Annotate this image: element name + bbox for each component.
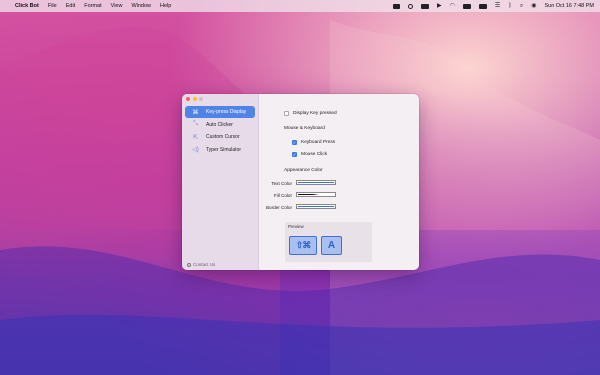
zoom-window-button[interactable] xyxy=(199,97,203,101)
play-icon[interactable]: ▶ xyxy=(437,3,442,9)
display-key-pressed-label: Display Key pressed xyxy=(293,111,337,116)
mouse-keyboard-heading: Mouse & Keyboard xyxy=(284,126,325,131)
speaker-icon: ◁) xyxy=(192,147,199,153)
help-icon xyxy=(187,262,191,267)
border-color-well[interactable] xyxy=(296,204,336,209)
sidebar-item-label: Typer Simulator xyxy=(206,146,242,153)
display-icon[interactable] xyxy=(420,3,429,9)
close-window-button[interactable] xyxy=(186,97,190,101)
cursor-click-icon: ⤡ xyxy=(193,121,198,127)
preview-letter-key: A xyxy=(321,236,342,255)
mouse-click-checkbox[interactable]: ✓ xyxy=(292,152,297,157)
menu-bar: Click Bot File Edit Format View Window H… xyxy=(0,0,600,12)
sidebar-item-label: Auto Clicker xyxy=(206,121,233,128)
settings-panel: Display Key pressed Mouse & Keyboard ✓ K… xyxy=(258,94,419,270)
minimize-window-button[interactable] xyxy=(192,97,197,101)
sidebar-item-typer-simulator[interactable]: ◁) Typer Simulator xyxy=(185,144,255,156)
menu-view[interactable]: View xyxy=(111,3,123,9)
text-color-label: Text Color xyxy=(271,181,292,186)
wifi-icon[interactable]: ◠ xyxy=(450,3,455,9)
keyboard-layout-icon[interactable] xyxy=(478,3,487,9)
display-key-pressed-checkbox[interactable] xyxy=(284,111,289,116)
keyboard-press-checkbox[interactable]: ✓ xyxy=(292,140,297,145)
app-window: ⌘ Key-press Display ⤡ Auto Clicker ⇱ Cus… xyxy=(182,94,419,270)
menu-help[interactable]: Help xyxy=(160,3,171,9)
text-color-well[interactable] xyxy=(296,180,336,185)
keyboard-icon: ⌘ xyxy=(192,109,199,116)
spotlight-icon[interactable]: ⌕ xyxy=(520,3,523,9)
display-key-pressed-row[interactable]: Display Key pressed xyxy=(284,111,337,116)
window-controls xyxy=(186,97,203,101)
contact-us-link[interactable]: Contact Us xyxy=(187,262,215,267)
siri-icon[interactable]: ◉ xyxy=(531,3,536,9)
preview-panel: Preview ⇧⌘ A xyxy=(285,222,372,262)
menu-app-name[interactable]: Click Bot xyxy=(15,3,39,9)
bluetooth-icon[interactable]: ᛒ xyxy=(508,3,512,9)
preview-title: Preview xyxy=(288,224,304,229)
appearance-color-heading: Appearance Color xyxy=(284,168,323,173)
mouse-click-label: Mouse Click xyxy=(301,152,328,157)
keyboard-press-row[interactable]: ✓ Keyboard Press xyxy=(292,140,335,145)
menu-file[interactable]: File xyxy=(48,3,57,9)
sidebar-item-auto-clicker[interactable]: ⤡ Auto Clicker xyxy=(185,119,255,131)
control-center-icon[interactable]: ☰ xyxy=(495,3,500,9)
sidebar-list: ⌘ Key-press Display ⤡ Auto Clicker ⇱ Cus… xyxy=(185,106,255,156)
sidebar-item-label: Custom Cursor xyxy=(206,134,240,140)
sidebar-item-keypress-display[interactable]: ⌘ Key-press Display xyxy=(185,106,255,118)
fill-color-label: Fill Color xyxy=(273,193,292,198)
menu-edit[interactable]: Edit xyxy=(66,3,75,9)
sidebar: ⌘ Key-press Display ⤡ Auto Clicker ⇱ Cus… xyxy=(182,94,259,270)
battery-icon[interactable] xyxy=(462,3,471,9)
status-circle-icon[interactable] xyxy=(407,3,413,9)
contact-us-label: Contact Us xyxy=(193,262,216,267)
sidebar-item-custom-cursor[interactable]: ⇱ Custom Cursor xyxy=(185,131,255,143)
menu-format[interactable]: Format xyxy=(84,3,101,9)
clickbot-status-icon[interactable] xyxy=(392,3,400,9)
keyboard-press-label: Keyboard Press xyxy=(301,140,336,145)
fill-color-well[interactable] xyxy=(296,192,336,197)
cursor-icon: ⇱ xyxy=(192,134,199,141)
menu-window[interactable]: Window xyxy=(131,3,151,9)
menubar-clock[interactable]: Sun Oct 16 7:48 PM xyxy=(544,3,594,9)
border-color-label: Border Color xyxy=(265,205,292,210)
preview-modifier-key: ⇧⌘ xyxy=(289,236,317,255)
sidebar-item-label: Key-press Display xyxy=(206,109,247,115)
mouse-click-row[interactable]: ✓ Mouse Click xyxy=(292,152,327,157)
